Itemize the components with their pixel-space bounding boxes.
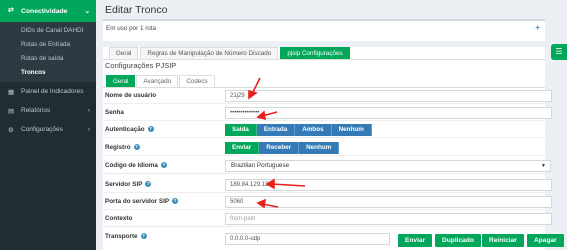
context-input[interactable]: from-pstn	[225, 213, 552, 225]
port-label: Porta do servidor SIP?	[105, 198, 179, 205]
password-input[interactable]: ••••••••••••••	[225, 107, 552, 119]
sub-tabs: Geral Avançado Codecs	[106, 75, 216, 87]
help-icon[interactable]: ?	[145, 181, 152, 188]
username-label: Nome de usuário	[105, 92, 157, 99]
help-icon[interactable]: ?	[172, 198, 179, 205]
row-username: Nome de usuário 21j29	[103, 89, 552, 104]
language-label: Código de Idioma?	[105, 162, 167, 169]
register-label: Registro?	[105, 144, 140, 151]
auth-label-text: Autenticação	[105, 126, 145, 133]
row-context: Contexto from-pstn	[103, 212, 552, 227]
sidebar-item-relatorios[interactable]: ▤ Relatórios ‹	[0, 101, 96, 120]
subtab-geral[interactable]: Geral	[106, 75, 136, 87]
auth-button-group: Saída Entrada Ambos Nenhum	[225, 124, 372, 136]
list-toggle-icon[interactable]: ☰	[551, 44, 567, 60]
username-input[interactable]: 21j29	[225, 90, 552, 102]
server-label: Servidor SIP?	[105, 181, 152, 188]
port-label-text: Porta do servidor SIP	[105, 198, 170, 205]
context-label: Contexto	[105, 215, 133, 222]
reset-button[interactable]: Reiniciar	[482, 234, 524, 247]
row-port: Porta do servidor SIP? 5060	[103, 195, 552, 210]
main-tabs: Geral Regras de Manipulação de Número Di…	[109, 47, 352, 59]
reports-icon: ▤	[8, 107, 15, 115]
sidebar-item-rotas-entrada[interactable]: Rotas de Entrada	[0, 38, 96, 52]
subtab-divider	[103, 87, 545, 88]
transport-select[interactable]: 0.0.0.0-udp	[225, 233, 390, 245]
sidebar-item-label: Painel de Indicadores	[21, 88, 84, 95]
duplicate-button[interactable]: Duplicado	[435, 234, 481, 247]
expand-plus-icon[interactable]: +	[535, 23, 540, 32]
tab-regras[interactable]: Regras de Manipulação de Número Discado	[140, 47, 279, 59]
help-icon[interactable]: ?	[160, 162, 167, 169]
password-label: Senha	[105, 109, 124, 116]
language-label-text: Código de Idioma	[105, 162, 158, 169]
chevron-left-icon: ‹	[87, 107, 90, 114]
server-label-text: Servidor SIP	[105, 181, 143, 188]
help-icon[interactable]: ?	[147, 126, 154, 133]
register-enviar-button[interactable]: Enviar	[225, 142, 260, 154]
tab-divider	[103, 59, 545, 60]
transport-label-text: Transporte	[105, 233, 138, 240]
tab-geral[interactable]: Geral	[109, 47, 139, 59]
sidebar-section-conectividade[interactable]: ⇄ Conectividade ⌄	[0, 0, 96, 22]
connectivity-icon: ⇄	[8, 7, 14, 14]
tab-pjsip[interactable]: pjsip Configurações	[280, 47, 350, 59]
auth-ambos-button[interactable]: Ambos	[295, 124, 332, 136]
dashboard-icon: ▦	[8, 88, 15, 96]
panel-title: Configurações PJSIP	[105, 61, 177, 70]
sidebar-item-label: Relatórios	[21, 107, 51, 114]
register-receber-button[interactable]: Receber	[259, 142, 300, 154]
row-language: Código de Idioma? Brazilian Portuguese ▼	[103, 159, 551, 174]
register-button-group: Enviar Receber Nenhum	[225, 142, 340, 154]
sidebar-submenu: DIDs de Canal DAHDI Rotas de Entrada Rot…	[0, 22, 96, 82]
auth-label: Autenticação?	[105, 126, 154, 133]
sidebar-item-rotas-saida[interactable]: Rotas de saída	[0, 52, 96, 66]
auth-entrada-button[interactable]: Entrada	[256, 124, 296, 136]
sidebar-item-troncos[interactable]: Troncos	[0, 66, 96, 80]
subtab-avancado[interactable]: Avançado	[136, 75, 179, 87]
sidebar: ⇄ Conectividade ⌄ DIDs de Canal DAHDI Ro…	[0, 0, 96, 250]
language-value: Brazilian Portuguese	[231, 162, 290, 169]
main-content: Editar Tronco Em uso por 1 rota + Geral …	[96, 0, 567, 250]
chevron-left-icon: ‹	[87, 126, 90, 133]
usage-box: Em uso por 1 rota +	[103, 19, 545, 41]
language-select[interactable]: Brazilian Portuguese ▼	[225, 160, 551, 172]
usage-text: Em uso por 1 rota	[106, 25, 157, 32]
auth-saida-button[interactable]: Saída	[225, 124, 257, 136]
sidebar-item-painel[interactable]: ▦ Painel de Indicadores	[0, 82, 96, 101]
sidebar-section-label: Conectividade	[21, 7, 68, 15]
transport-label: Transporte?	[105, 233, 147, 240]
chevron-down-icon: ⌄	[84, 8, 90, 15]
sidebar-item-dids[interactable]: DIDs de Canal DAHDI	[0, 24, 96, 38]
port-input[interactable]: 5060	[225, 196, 552, 208]
register-label-text: Registro	[105, 144, 131, 151]
row-register: Registro? Enviar Receber Nenhum	[103, 141, 545, 156]
auth-nenhum-button[interactable]: Nenhum	[331, 124, 372, 136]
row-auth: Autenticação? Saída Entrada Ambos Nenhum	[103, 123, 545, 138]
subtab-codecs[interactable]: Codecs	[179, 75, 215, 87]
help-icon[interactable]: ?	[140, 233, 147, 240]
delete-button[interactable]: Apagar	[527, 234, 564, 247]
page-title: Editar Tronco	[105, 4, 168, 16]
sidebar-item-label: Configurações	[21, 126, 63, 133]
submit-button[interactable]: Enviar	[398, 234, 433, 247]
trunk-panel: Geral Regras de Manipulação de Número Di…	[103, 47, 552, 250]
row-server: Servidor SIP? 189.84.129.12	[103, 178, 552, 193]
gear-icon: ⚙	[8, 126, 14, 134]
help-icon[interactable]: ?	[133, 144, 140, 151]
sidebar-item-configuracoes[interactable]: ⚙ Configurações ‹	[0, 120, 96, 139]
server-input[interactable]: 189.84.129.12	[225, 179, 552, 191]
register-nenhum-button[interactable]: Nenhum	[299, 142, 340, 154]
caret-down-icon: ▼	[541, 163, 546, 169]
row-password: Senha ••••••••••••••	[103, 106, 552, 121]
